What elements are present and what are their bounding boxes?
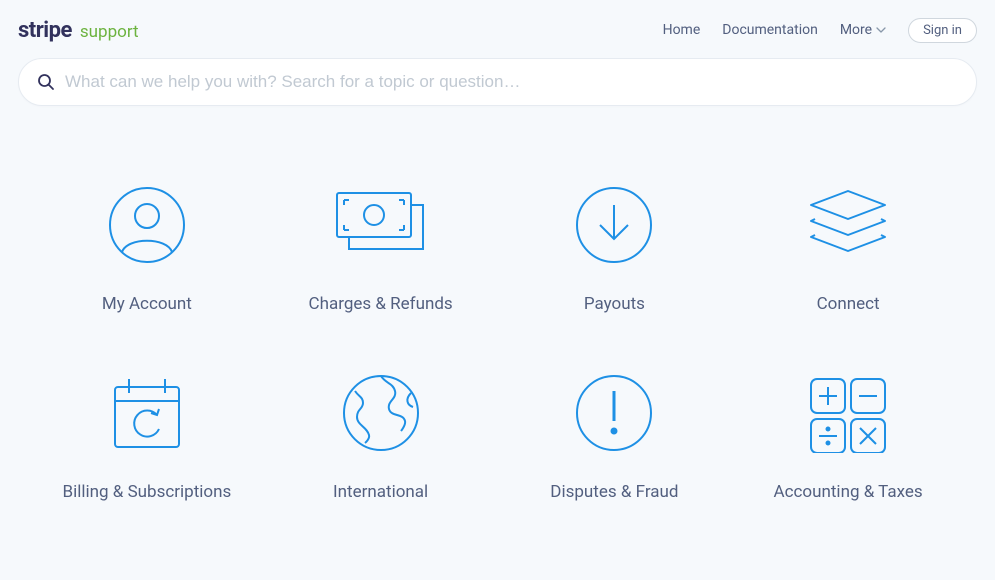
globe-icon <box>341 374 421 452</box>
search-icon <box>37 73 55 91</box>
category-connect[interactable]: Connect <box>731 186 965 314</box>
nav: Home Documentation More Sign in <box>663 18 977 43</box>
category-label: Disputes & Fraud <box>550 482 678 502</box>
category-label: Accounting & Taxes <box>774 482 923 502</box>
category-payouts[interactable]: Payouts <box>498 186 732 314</box>
sign-in-button[interactable]: Sign in <box>908 18 977 43</box>
logo-stripe: stripe <box>18 18 72 43</box>
user-circle-icon <box>107 186 187 264</box>
category-label: Payouts <box>584 294 645 314</box>
category-accounting-taxes[interactable]: Accounting & Taxes <box>731 374 965 502</box>
logo[interactable]: stripe support <box>18 18 139 43</box>
search-bar[interactable] <box>18 58 977 106</box>
category-label: Charges & Refunds <box>309 294 453 314</box>
layers-icon <box>803 186 893 264</box>
category-label: Connect <box>817 294 880 314</box>
search-input[interactable] <box>65 72 958 92</box>
search-wrap <box>0 48 995 106</box>
category-grid: My Account Charges & Refunds Payouts <box>0 106 995 502</box>
chevron-down-icon <box>876 27 886 33</box>
cash-icon <box>331 186 431 264</box>
calculator-icon <box>805 374 891 452</box>
nav-documentation[interactable]: Documentation <box>722 22 818 38</box>
category-my-account[interactable]: My Account <box>30 186 264 314</box>
nav-more-label: More <box>840 22 872 38</box>
category-label: International <box>333 482 428 502</box>
category-label: Billing & Subscriptions <box>63 482 232 502</box>
category-billing-subscriptions[interactable]: Billing & Subscriptions <box>30 374 264 502</box>
category-disputes-fraud[interactable]: Disputes & Fraud <box>498 374 732 502</box>
download-circle-icon <box>574 186 654 264</box>
logo-support: support <box>80 22 139 42</box>
calendar-sync-icon <box>107 374 187 452</box>
nav-home[interactable]: Home <box>663 22 701 38</box>
category-international[interactable]: International <box>264 374 498 502</box>
header: stripe support Home Documentation More S… <box>0 0 995 48</box>
category-charges-refunds[interactable]: Charges & Refunds <box>264 186 498 314</box>
alert-circle-icon <box>574 374 654 452</box>
nav-more[interactable]: More <box>840 22 886 38</box>
category-label: My Account <box>102 294 192 314</box>
